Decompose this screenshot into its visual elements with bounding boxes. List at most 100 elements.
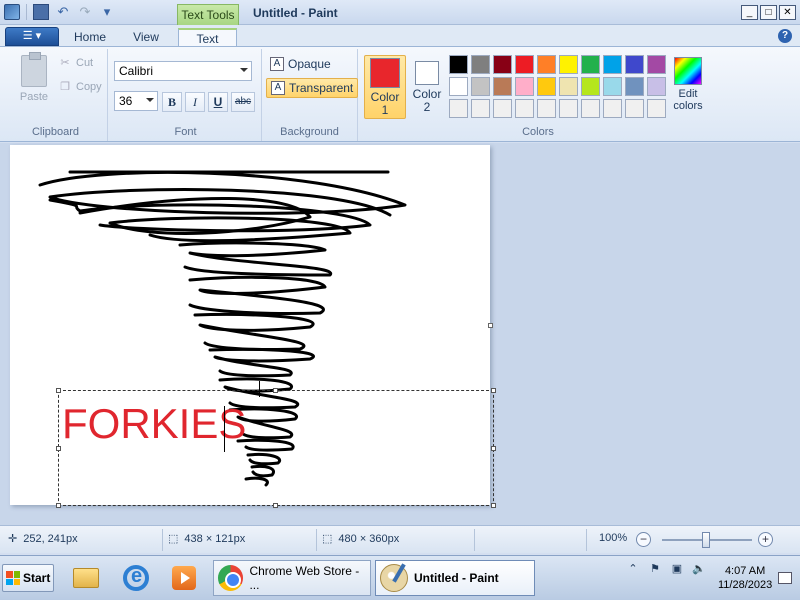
strikethrough-button[interactable]: abc [231, 92, 255, 112]
paint-icon [380, 564, 408, 592]
tab-home[interactable]: Home [66, 28, 114, 47]
color1-button[interactable]: Color 1 [364, 55, 406, 119]
show-hidden-icons-icon[interactable]: ⌃ [626, 562, 640, 576]
palette-color-swatch[interactable] [559, 99, 578, 118]
palette-color-swatch[interactable] [559, 77, 578, 96]
clock-time: 4:07 AM [724, 565, 766, 577]
palette-color-swatch[interactable] [493, 99, 512, 118]
palette-color-swatch[interactable] [603, 55, 622, 74]
palette-color-swatch[interactable] [493, 77, 512, 96]
paste-button[interactable]: Paste [14, 52, 54, 103]
color2-label-b: 2 [423, 100, 431, 114]
palette-color-swatch[interactable] [625, 99, 644, 118]
clock-date: 11/28/2023 [718, 579, 773, 591]
undo-icon[interactable]: ↶ [55, 4, 71, 20]
selection-size: ⬚ 438 × 121px [168, 532, 245, 546]
italic-button[interactable]: I [185, 92, 205, 112]
resize-handle-sw[interactable] [56, 503, 61, 508]
palette-color-swatch[interactable] [449, 77, 468, 96]
resize-handle-s[interactable] [273, 503, 278, 508]
palette-color-swatch[interactable] [625, 77, 644, 96]
canvas-text[interactable]: FORKIES [62, 400, 246, 448]
palette-color-swatch[interactable] [537, 77, 556, 96]
canvas-resize-handle[interactable] [488, 323, 493, 328]
resize-handle-w[interactable] [56, 446, 61, 451]
palette-color-swatch[interactable] [647, 99, 666, 118]
palette-color-swatch[interactable] [559, 55, 578, 74]
resize-handle-e[interactable] [491, 446, 496, 451]
show-desktop-icon[interactable] [778, 572, 792, 584]
copy-label: Copy [76, 81, 102, 93]
taskbar-paint-button[interactable]: Untitled - Paint [375, 560, 535, 596]
chrome-task-label: Chrome Web Store - ... [249, 564, 360, 592]
cursor-position: ✛ 252, 241px [8, 532, 78, 546]
minimize-button[interactable]: _ [741, 5, 758, 20]
maximize-button[interactable]: □ [760, 5, 777, 20]
palette-color-swatch[interactable] [603, 99, 622, 118]
edit-colors-button[interactable]: Edit colors [668, 57, 708, 112]
zoom-slider-thumb[interactable] [702, 532, 710, 548]
start-button[interactable]: Start [2, 564, 54, 592]
palette-color-swatch[interactable] [471, 99, 490, 118]
file-explorer-icon[interactable] [68, 561, 104, 595]
resize-handle-n[interactable] [273, 388, 278, 393]
resize-handle-ne[interactable] [491, 388, 496, 393]
redo-icon[interactable]: ↷ [77, 4, 93, 20]
resize-handle-se[interactable] [491, 503, 496, 508]
qat-separator [26, 4, 27, 20]
palette-color-swatch[interactable] [647, 55, 666, 74]
edit-colors-label-a: Edit [678, 88, 698, 100]
status-separator [162, 529, 163, 551]
palette-color-swatch[interactable] [493, 55, 512, 74]
close-button[interactable]: ✕ [779, 5, 796, 20]
transparent-option[interactable]: A Transparent [266, 78, 359, 98]
zoom-in-button[interactable]: + [758, 532, 773, 547]
internet-explorer-icon[interactable] [118, 561, 154, 595]
paint-app-icon[interactable] [4, 4, 20, 20]
customize-qat-icon[interactable]: ▾ [99, 4, 115, 20]
font-family-select[interactable]: Calibri [114, 61, 252, 81]
volume-muted-icon[interactable]: 🔈 [692, 562, 706, 576]
underline-button[interactable]: U [208, 92, 228, 112]
palette-color-swatch[interactable] [515, 77, 534, 96]
palette-color-swatch[interactable] [581, 99, 600, 118]
copy-button[interactable]: ❐ Copy [58, 81, 102, 93]
media-player-icon[interactable] [166, 561, 202, 595]
background-group-label: Background [280, 126, 339, 138]
network-icon[interactable]: ▣ [670, 562, 684, 576]
palette-color-swatch[interactable] [625, 55, 644, 74]
tab-view[interactable]: View [120, 28, 172, 47]
palette-color-swatch[interactable] [515, 55, 534, 74]
transparent-icon: A [271, 81, 285, 95]
palette-color-swatch[interactable] [537, 55, 556, 74]
palette-color-swatch[interactable] [449, 99, 468, 118]
paint-menu-button[interactable]: ☰ ▾ [5, 27, 59, 46]
palette-color-swatch[interactable] [647, 77, 666, 96]
status-separator [316, 529, 317, 551]
bold-button[interactable]: B [162, 92, 182, 112]
opaque-option[interactable]: A Opaque [266, 55, 335, 73]
palette-color-swatch[interactable] [515, 99, 534, 118]
save-icon[interactable] [33, 4, 49, 20]
color2-button[interactable]: Color 2 [406, 55, 448, 119]
palette-color-swatch[interactable] [449, 55, 468, 74]
windows-logo-icon [6, 571, 20, 585]
tab-text[interactable]: Text [178, 28, 237, 47]
status-separator [586, 529, 587, 551]
taskbar-chrome-button[interactable]: Chrome Web Store - ... [213, 560, 371, 596]
taskbar-clock[interactable]: 4:07 AM 11/28/2023 [718, 564, 772, 592]
window-controls: _ □ ✕ [741, 5, 796, 20]
zoom-out-button[interactable]: − [636, 532, 651, 547]
palette-color-swatch[interactable] [581, 55, 600, 74]
cut-button[interactable]: ✂ Cut [58, 57, 93, 69]
palette-color-swatch[interactable] [603, 77, 622, 96]
palette-color-swatch[interactable] [471, 55, 490, 74]
palette-color-swatch[interactable] [581, 77, 600, 96]
palette-color-swatch[interactable] [537, 99, 556, 118]
resize-handle-nw[interactable] [56, 388, 61, 393]
font-group: Calibri 36 B I U abc Font [110, 49, 262, 141]
font-size-select[interactable]: 36 [114, 91, 158, 111]
palette-color-swatch[interactable] [471, 77, 490, 96]
help-icon[interactable]: ? [778, 29, 792, 43]
action-center-icon[interactable]: ⚑ [648, 562, 662, 576]
